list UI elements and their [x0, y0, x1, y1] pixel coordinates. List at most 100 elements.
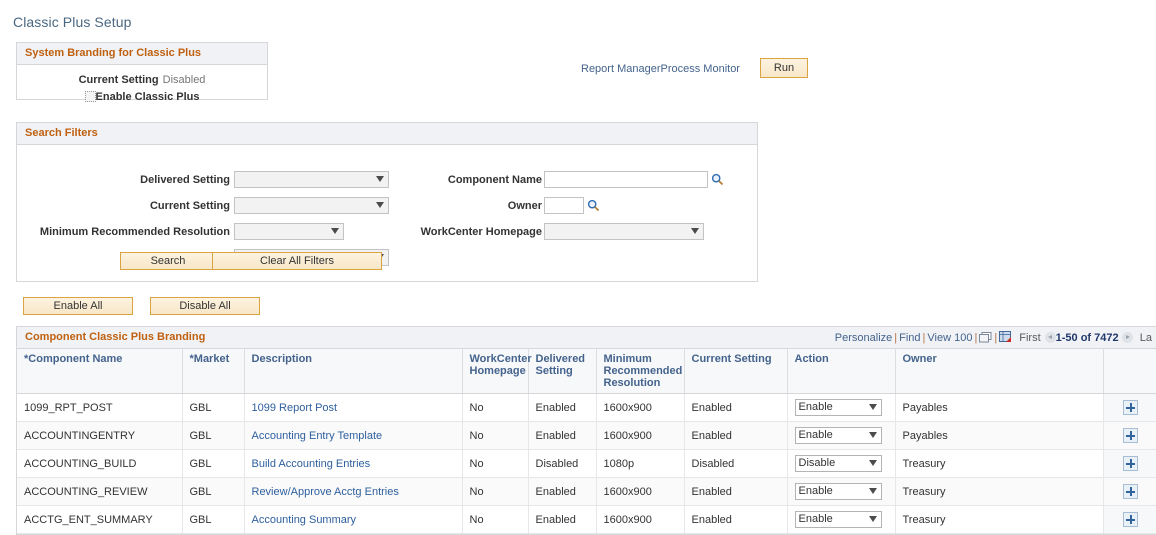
- cell-add: [1103, 421, 1156, 450]
- owner-filter-label: Owner: [507, 200, 542, 212]
- col-component-name[interactable]: *Component Name: [17, 349, 183, 394]
- cell-add: [1103, 505, 1156, 534]
- cell-description: Build Accounting Entries: [244, 449, 463, 478]
- action-select[interactable]: Disable: [794, 455, 882, 472]
- system-branding-panel: System Branding for Classic Plus Current…: [16, 42, 268, 103]
- prev-arrow-icon[interactable]: [1044, 332, 1056, 343]
- action-select[interactable]: Enable: [794, 483, 882, 500]
- process-links: Report ManagerProcess Monitor: [581, 63, 740, 75]
- cell-minimum-recommended-resolution: 1080p: [596, 449, 685, 478]
- cell-owner: Payables: [895, 393, 1104, 422]
- col-owner[interactable]: Owner: [895, 349, 1104, 394]
- expand-grid-icon[interactable]: [979, 332, 992, 343]
- col-add: [1103, 349, 1156, 394]
- col-description[interactable]: Description: [244, 349, 463, 394]
- chevron-down-icon: [691, 228, 699, 234]
- table-row: ACCOUNTING_BUILD GBL Build Accounting En…: [17, 449, 1156, 478]
- component-name-filter-input[interactable]: [544, 171, 708, 188]
- action-value: Enable: [798, 513, 833, 525]
- description-link[interactable]: Accounting Summary: [252, 514, 357, 526]
- delivered-setting-label: Delivered Setting: [140, 174, 230, 186]
- cell-action: Enable: [787, 421, 896, 450]
- current-setting-value: Disabled: [162, 74, 206, 86]
- minimum-recommended-resolution-label: Minimum Recommended Resolution: [39, 226, 230, 238]
- clear-all-filters-button[interactable]: Clear All Filters: [212, 252, 382, 270]
- next-arrow-icon[interactable]: [1121, 332, 1133, 343]
- enable-classic-plus-label: Enable Classic Plus: [95, 91, 200, 103]
- separator: |: [994, 332, 998, 344]
- enable-all-button[interactable]: Enable All: [23, 297, 133, 315]
- chevron-down-icon: [868, 432, 877, 438]
- row-range-label: 1-50 of 7472: [1055, 332, 1119, 344]
- cell-workcenter-homepage: No: [462, 421, 529, 450]
- chevron-down-icon: [868, 516, 877, 522]
- cell-current-setting: Disabled: [684, 449, 788, 478]
- cell-add: [1103, 393, 1156, 422]
- cell-component-name: ACCOUNTINGENTRY: [17, 421, 183, 450]
- current-setting-filter-label: Current Setting: [149, 200, 230, 212]
- cell-action: Disable: [787, 449, 896, 478]
- last-page-link[interactable]: La: [1136, 332, 1156, 344]
- cell-action: Enable: [787, 393, 896, 422]
- owner-lookup-icon[interactable]: [587, 199, 600, 212]
- cell-market: GBL: [182, 449, 245, 478]
- report-manager-link[interactable]: Report Manager: [581, 63, 661, 75]
- plus-icon[interactable]: [1123, 484, 1138, 499]
- system-branding-panel-header: System Branding for Classic Plus: [17, 43, 267, 65]
- action-value: Enable: [798, 429, 833, 441]
- minimum-recommended-resolution-select[interactable]: [234, 223, 344, 240]
- search-filters-panel-header: Search Filters: [17, 123, 757, 145]
- cell-delivered-setting: Disabled: [528, 449, 597, 478]
- current-setting-label: Current Setting: [78, 74, 159, 86]
- grid-title: Component Classic Plus Branding: [25, 331, 206, 343]
- action-select[interactable]: Enable: [794, 511, 882, 528]
- grid-titlebar: Component Classic Plus Branding Personal…: [17, 327, 1156, 349]
- col-action[interactable]: Action: [787, 349, 896, 394]
- cell-add: [1103, 477, 1156, 506]
- description-link[interactable]: Review/Approve Acctg Entries: [252, 486, 399, 498]
- action-select[interactable]: Enable: [794, 427, 882, 444]
- workcenter-homepage-filter-select[interactable]: [544, 223, 704, 240]
- table-row: ACCTG_ENT_SUMMARY GBL Accounting Summary…: [17, 505, 1156, 534]
- description-link[interactable]: Build Accounting Entries: [252, 458, 371, 470]
- cell-component-name: ACCOUNTING_REVIEW: [17, 477, 183, 506]
- chevron-down-icon: [868, 488, 877, 494]
- cell-market: GBL: [182, 393, 245, 422]
- cell-component-name: ACCOUNTING_BUILD: [17, 449, 183, 478]
- table-row: 1099_RPT_POST GBL 1099 Report Post No En…: [17, 393, 1156, 422]
- enable-classic-plus-checkbox[interactable]: [84, 91, 96, 102]
- personalize-link[interactable]: Personalize: [835, 332, 892, 344]
- col-delivered-setting[interactable]: Delivered Setting: [528, 349, 597, 394]
- cell-owner: Treasury: [895, 477, 1104, 506]
- cell-delivered-setting: Enabled: [528, 421, 597, 450]
- cell-workcenter-homepage: No: [462, 505, 529, 534]
- separator: |: [974, 332, 978, 344]
- plus-icon[interactable]: [1123, 428, 1138, 443]
- grid-toolbar: Personalize | Find | View 100 | | First 1-50 of…: [835, 331, 1156, 344]
- owner-filter-input[interactable]: [544, 197, 584, 214]
- col-market[interactable]: *Market: [182, 349, 245, 394]
- plus-icon[interactable]: [1123, 400, 1138, 415]
- cell-current-setting: Enabled: [684, 477, 788, 506]
- page-title: Classic Plus Setup: [13, 14, 132, 30]
- first-page-link[interactable]: First: [1015, 332, 1044, 344]
- disable-all-button[interactable]: Disable All: [150, 297, 260, 315]
- action-select[interactable]: Enable: [794, 399, 882, 416]
- search-button[interactable]: Search: [120, 252, 216, 270]
- cell-description: Accounting Entry Template: [244, 421, 463, 450]
- component-name-lookup-icon[interactable]: [711, 173, 724, 186]
- cell-description: 1099 Report Post: [244, 393, 463, 422]
- plus-icon[interactable]: [1123, 456, 1138, 471]
- process-monitor-link[interactable]: Process Monitor: [661, 63, 740, 75]
- description-link[interactable]: 1099 Report Post: [252, 402, 338, 414]
- download-to-spreadsheet-icon[interactable]: [999, 331, 1012, 343]
- col-minimum-recommended-resolution[interactable]: Minimum Recommended Resolution: [596, 349, 685, 394]
- find-link[interactable]: Find: [899, 332, 920, 344]
- run-button[interactable]: Run: [760, 58, 808, 78]
- view-100-link[interactable]: View 100: [927, 332, 972, 344]
- cell-workcenter-homepage: No: [462, 393, 529, 422]
- col-workcenter-homepage[interactable]: WorkCenter Homepage: [462, 349, 532, 394]
- plus-icon[interactable]: [1123, 512, 1138, 527]
- col-current-setting[interactable]: Current Setting: [684, 349, 788, 394]
- description-link[interactable]: Accounting Entry Template: [252, 430, 383, 442]
